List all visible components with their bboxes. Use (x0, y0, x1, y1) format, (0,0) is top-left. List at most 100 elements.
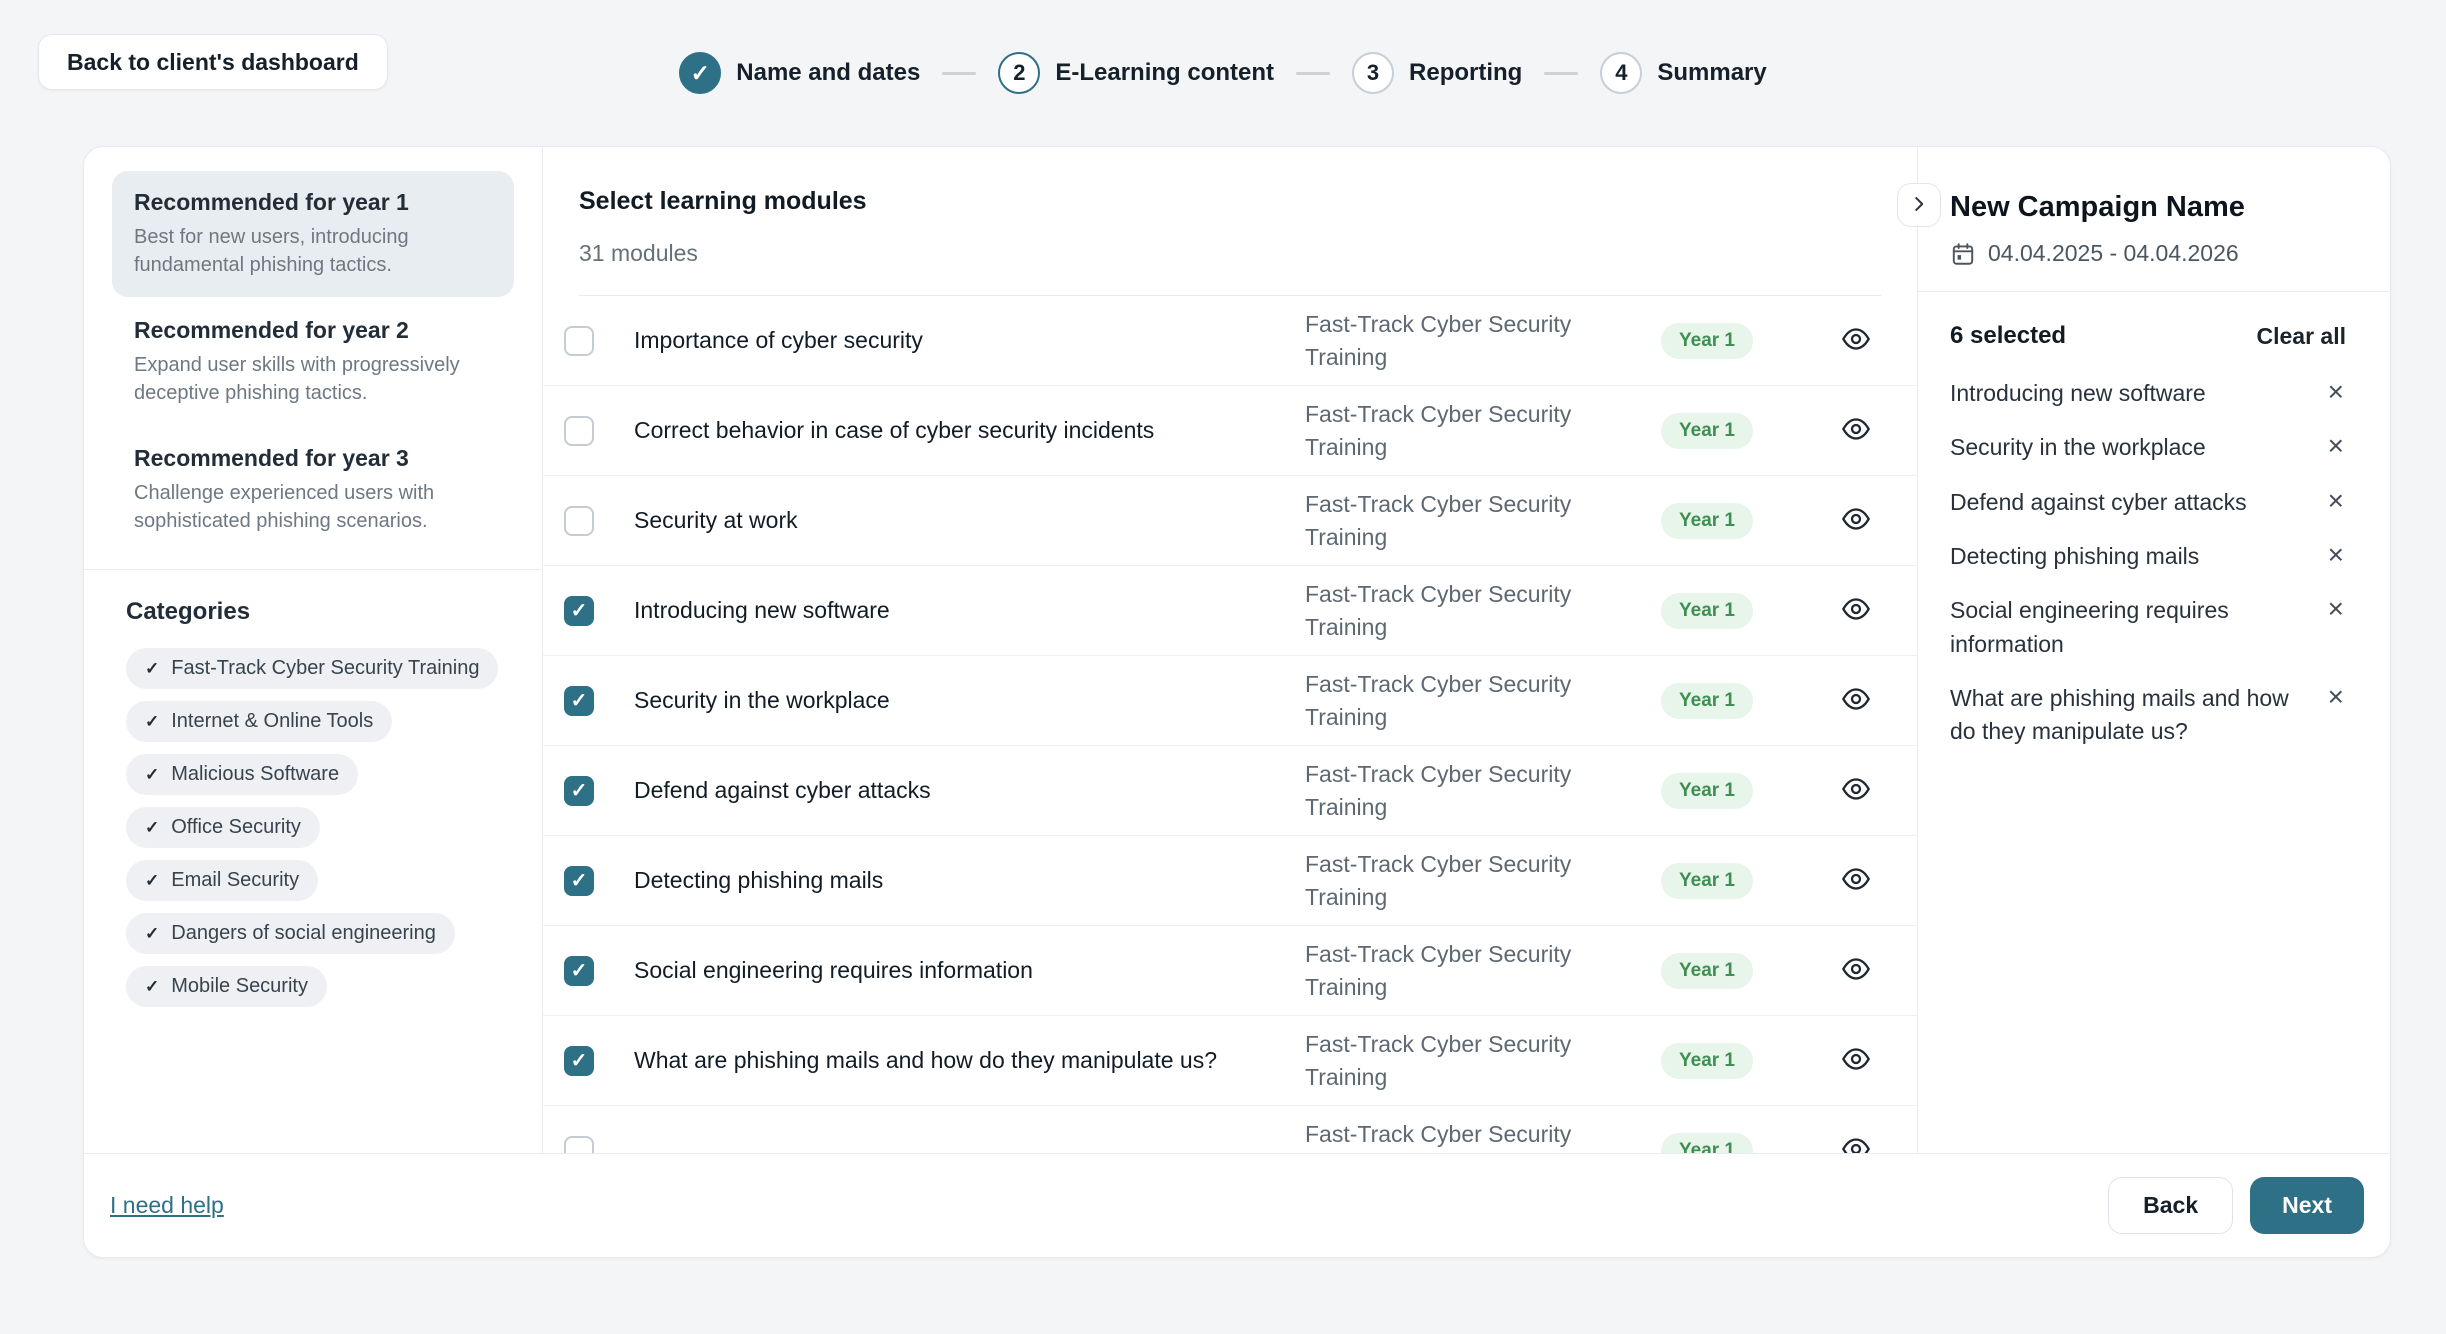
step-done-check-icon: ✓ (679, 52, 721, 94)
category-chip-label: Office Security (171, 816, 301, 839)
module-checkbox[interactable] (564, 596, 594, 626)
module-title: Introducing new software (634, 597, 1305, 624)
check-icon: ✓ (145, 765, 159, 785)
sidebar-filters: Recommended for year 1 Best for new user… (84, 147, 543, 1153)
eye-icon (1840, 323, 1872, 358)
preview-module-button[interactable] (1839, 774, 1873, 808)
preview-module-button[interactable] (1839, 594, 1873, 628)
remove-selected-button[interactable]: × (2326, 682, 2346, 713)
module-title: Social engineering requires information (634, 957, 1305, 984)
selected-module-label: Introducing new software (1950, 377, 2206, 410)
check-icon: ✓ (145, 924, 159, 944)
check-icon: ✓ (145, 871, 159, 891)
preview-module-button[interactable] (1839, 1134, 1873, 1154)
module-checkbox[interactable] (564, 1136, 594, 1154)
close-icon: × (2328, 376, 2344, 407)
card-body: Recommended for year 1 Best for new user… (84, 147, 2390, 1153)
remove-selected-button[interactable]: × (2326, 594, 2346, 625)
module-title: What are phishing mails and how do they … (634, 1047, 1305, 1074)
selected-modules-list: Introducing new software × Security in t… (1918, 350, 2390, 770)
category-chip-social-engineering[interactable]: ✓ Dangers of social engineering (126, 913, 455, 954)
sidebar-item-recommended-year-2[interactable]: Recommended for year 2 Expand user skill… (112, 299, 514, 425)
chevron-right-icon (1906, 191, 1932, 220)
clear-all-button[interactable]: Clear all (2257, 323, 2347, 350)
module-row: Security in the workplace Fast-Track Cyb… (543, 656, 1917, 746)
category-chip-label: Email Security (171, 869, 299, 892)
step-separator (942, 72, 976, 75)
help-link[interactable]: I need help (110, 1192, 224, 1219)
back-button[interactable]: Back (2108, 1177, 2233, 1234)
preview-module-button[interactable] (1839, 324, 1873, 358)
recommendation-title: Recommended for year 1 (134, 189, 492, 216)
selected-module-item: Introducing new software × (1950, 377, 2346, 410)
sidebar-item-recommended-year-3[interactable]: Recommended for year 3 Challenge experie… (112, 427, 514, 553)
remove-selected-button[interactable]: × (2326, 377, 2346, 408)
year-badge: Year 1 (1661, 1043, 1753, 1079)
module-checkbox[interactable] (564, 1046, 594, 1076)
step-label: Name and dates (736, 59, 920, 87)
preview-module-button[interactable] (1839, 864, 1873, 898)
close-icon: × (2328, 593, 2344, 624)
module-checkbox[interactable] (564, 686, 594, 716)
selected-module-label: Security in the workplace (1950, 431, 2206, 464)
remove-selected-button[interactable]: × (2326, 431, 2346, 462)
selected-module-item: Security in the workplace × (1950, 431, 2346, 464)
preview-module-button[interactable] (1839, 504, 1873, 538)
module-row: Correct behavior in case of cyber securi… (543, 386, 1917, 476)
step-number: 2 (998, 52, 1040, 94)
close-icon: × (2328, 539, 2344, 570)
selected-module-label: Defend against cyber attacks (1950, 486, 2247, 519)
category-chip-office-security[interactable]: ✓ Office Security (126, 807, 320, 848)
step-name-and-dates: ✓ Name and dates (679, 52, 920, 94)
year-badge: Year 1 (1661, 503, 1753, 539)
module-checkbox[interactable] (564, 416, 594, 446)
selected-module-item: Defend against cyber attacks × (1950, 486, 2346, 519)
selected-module-item: What are phishing mails and how do they … (1950, 682, 2346, 749)
close-icon: × (2328, 485, 2344, 516)
module-checkbox[interactable] (564, 866, 594, 896)
module-row: Security at work Fast-Track Cyber Securi… (543, 476, 1917, 566)
module-title: Detecting phishing mails (634, 867, 1305, 894)
category-chip-mobile-security[interactable]: ✓ Mobile Security (126, 966, 327, 1007)
category-chip-label: Dangers of social engineering (171, 922, 436, 945)
module-checkbox[interactable] (564, 956, 594, 986)
eye-icon (1840, 683, 1872, 718)
category-chip-email-security[interactable]: ✓ Email Security (126, 860, 318, 901)
category-chip-fast-track[interactable]: ✓ Fast-Track Cyber Security Training (126, 648, 498, 689)
eye-icon (1840, 1043, 1872, 1078)
module-course: Fast-Track Cyber Security Training (1305, 1028, 1605, 1092)
step-number: 3 (1352, 52, 1394, 94)
remove-selected-button[interactable]: × (2326, 486, 2346, 517)
check-icon: ✓ (145, 818, 159, 838)
remove-selected-button[interactable]: × (2326, 540, 2346, 571)
stepper: ✓ Name and dates 2 E-Learning content 3 … (679, 52, 1766, 94)
module-row: What are phishing mails and how do they … (543, 1016, 1917, 1106)
preview-module-button[interactable] (1839, 684, 1873, 718)
category-chip-label: Mobile Security (171, 975, 308, 998)
step-reporting: 3 Reporting (1352, 52, 1522, 94)
selected-module-item: Social engineering requires information … (1950, 594, 2346, 661)
year-badge: Year 1 (1661, 413, 1753, 449)
preview-module-button[interactable] (1839, 414, 1873, 448)
step-elearning-content: 2 E-Learning content (998, 52, 1274, 94)
module-checkbox[interactable] (564, 326, 594, 356)
year-badge: Year 1 (1661, 1133, 1753, 1154)
preview-module-button[interactable] (1839, 1044, 1873, 1078)
eye-icon (1840, 773, 1872, 808)
module-course: Fast-Track Cyber Security Training (1305, 398, 1605, 462)
step-label: Summary (1657, 59, 1766, 87)
step-label: Reporting (1409, 59, 1522, 87)
sidebar-item-recommended-year-1[interactable]: Recommended for year 1 Best for new user… (112, 171, 514, 297)
year-badge: Year 1 (1661, 593, 1753, 629)
category-chip-internet-online-tools[interactable]: ✓ Internet & Online Tools (126, 701, 392, 742)
next-button[interactable]: Next (2250, 1177, 2364, 1234)
module-checkbox[interactable] (564, 506, 594, 536)
preview-module-button[interactable] (1839, 954, 1873, 988)
topbar: Back to client's dashboard ✓ Name and da… (0, 0, 2446, 146)
module-checkbox[interactable] (564, 776, 594, 806)
campaign-date-range: 04.04.2025 - 04.04.2026 (1988, 240, 2239, 267)
category-chip-malicious-software[interactable]: ✓ Malicious Software (126, 754, 358, 795)
back-to-dashboard-button[interactable]: Back to client's dashboard (38, 34, 388, 90)
collapse-panel-button[interactable] (1897, 183, 1941, 227)
eye-icon (1840, 413, 1872, 448)
